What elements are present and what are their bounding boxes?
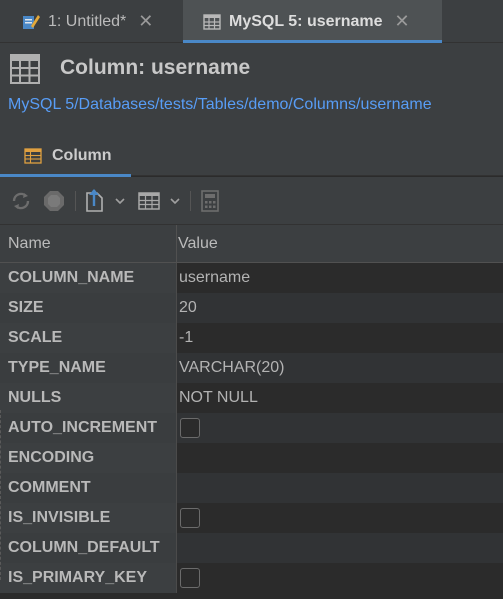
breadcrumb[interactable]: MySQL 5/Databases/tests/Tables/demo/Colu… [8, 96, 432, 114]
property-name: AUTO_INCREMENT [0, 413, 177, 443]
tab-label: Column [52, 146, 112, 164]
tab-label: 1: Untitled* [48, 12, 127, 30]
property-value[interactable]: username [179, 263, 250, 293]
property-value[interactable]: NOT NULL [179, 383, 258, 413]
object-header: Column: username MySQL 5/Databases/tests… [0, 43, 503, 135]
refresh-icon[interactable] [10, 189, 32, 213]
tab-mysql-username[interactable]: MySQL 5: username ✕ [183, 0, 442, 43]
properties-table: Name Value COLUMN_NAME username SIZE 20 … [0, 225, 503, 599]
dropdown-chevron-icon[interactable] [115, 189, 125, 213]
toolbar-separator [75, 191, 76, 211]
table-grid-icon [203, 13, 221, 31]
table-row[interactable]: ENCODING [0, 443, 503, 473]
property-name: ENCODING [0, 443, 177, 473]
property-name: NULLS [0, 383, 177, 413]
table-row[interactable]: SCALE -1 [0, 323, 503, 353]
table-row[interactable]: IS_INVISIBLE [0, 503, 503, 533]
grid-view-icon[interactable] [138, 189, 160, 213]
table-row[interactable]: AUTO_INCREMENT [0, 413, 503, 443]
sub-tab-bar: Column [0, 135, 503, 177]
property-value[interactable]: -1 [179, 323, 193, 353]
table-header: Name Value [0, 225, 503, 263]
close-icon[interactable]: ✕ [138, 11, 153, 32]
stop-icon[interactable] [42, 189, 66, 213]
property-value[interactable]: VARCHAR(20) [179, 353, 285, 383]
page-title: Column: username [60, 56, 251, 79]
tab-column[interactable]: Column [0, 135, 131, 177]
calculator-icon[interactable] [201, 189, 219, 213]
tab-untitled[interactable]: 1: Untitled* ✕ [0, 0, 183, 43]
editor-tab-bar: 1: Untitled* ✕ MySQL 5: username ✕ [0, 0, 503, 43]
export-icon[interactable] [85, 189, 105, 213]
splitter-edge[interactable] [0, 410, 3, 580]
dropdown-chevron-icon[interactable] [170, 189, 180, 213]
table-row[interactable]: COLUMN_DEFAULT [0, 533, 503, 563]
property-name: SIZE [0, 293, 177, 323]
table-row[interactable]: TYPE_NAME VARCHAR(20) [0, 353, 503, 383]
table-row[interactable]: SIZE 20 [0, 293, 503, 323]
table-grid-icon [10, 54, 40, 84]
tab-label: MySQL 5: username [229, 12, 383, 30]
property-name: COLUMN_NAME [0, 263, 177, 293]
table-row[interactable]: COMMENT [0, 473, 503, 503]
property-name: COLUMN_DEFAULT [0, 533, 177, 563]
auto-increment-checkbox[interactable] [180, 418, 200, 438]
column-header-name[interactable]: Name [0, 225, 177, 263]
is-primary-key-checkbox[interactable] [180, 568, 200, 588]
column-header-value[interactable]: Value [178, 225, 218, 263]
property-name: IS_INVISIBLE [0, 503, 177, 533]
close-icon[interactable]: ✕ [395, 11, 410, 32]
is-invisible-checkbox[interactable] [180, 508, 200, 528]
property-name: IS_PRIMARY_KEY [0, 563, 177, 593]
sql-console-pencil-icon [22, 13, 40, 31]
toolbar [0, 177, 503, 225]
property-name: COMMENT [0, 473, 177, 503]
property-value[interactable]: 20 [179, 293, 197, 323]
table-row[interactable]: IS_PRIMARY_KEY [0, 563, 503, 593]
toolbar-separator [190, 191, 191, 211]
table-row[interactable]: COLUMN_NAME username [0, 263, 503, 293]
table-grid-icon [24, 147, 42, 164]
table-row[interactable]: NULLS NOT NULL [0, 383, 503, 413]
property-name: TYPE_NAME [0, 353, 177, 383]
property-name: SCALE [0, 323, 177, 353]
